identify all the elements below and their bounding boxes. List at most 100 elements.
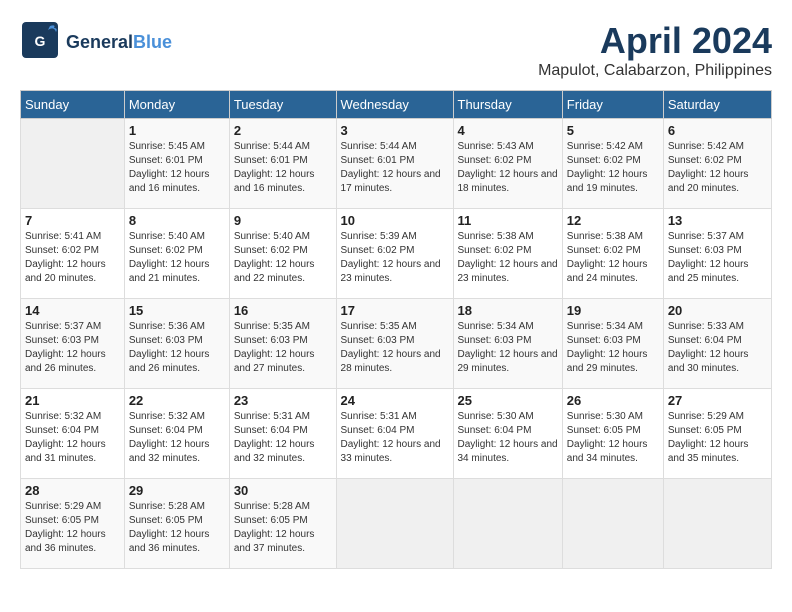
day-cell: 23 Sunrise: 5:31 AMSunset: 6:04 PMDayligh…: [229, 389, 336, 479]
day-info: Sunrise: 5:41 AMSunset: 6:02 PMDaylight:…: [25, 230, 120, 286]
header-monday: Monday: [124, 91, 229, 119]
day-number: 5: [567, 123, 659, 138]
day-number: 1: [129, 123, 225, 138]
day-info: Sunrise: 5:34 AMSunset: 6:03 PMDaylight:…: [458, 320, 558, 376]
day-cell: 18Sunrise: 5:34 AMSunset: 6:03 PMDayligh…: [453, 299, 562, 389]
day-info: Sunrise: 5:32 AMSunset: 6:04 PMDaylight:…: [25, 410, 120, 466]
header-tuesday: Tuesday: [229, 91, 336, 119]
day-number: 22: [129, 393, 225, 408]
day-cell: 20 Sunrise: 5:33 AMSunset: 6:04 PMDayligh…: [663, 299, 771, 389]
day-cell: 13Sunrise: 5:37 AMSunset: 6:03 PMDayligh…: [663, 209, 771, 299]
day-info: Sunrise: 5:39 AMSunset: 6:02 PMDaylight:…: [341, 230, 449, 286]
day-info: Sunrise: 5:34 AMSunset: 6:03 PMDaylight:…: [567, 320, 659, 376]
day-cell: 25 Sunrise: 5:30 AMSunset: 6:04 PMDayligh…: [453, 389, 562, 479]
header-sunday: Sunday: [21, 91, 125, 119]
day-cell: [562, 479, 663, 569]
day-number: 21: [25, 393, 120, 408]
day-number: 15: [129, 303, 225, 318]
week-row-2: 7 Sunrise: 5:41 AMSunset: 6:02 PMDaylight…: [21, 209, 772, 299]
day-number: 8: [129, 213, 225, 228]
day-info: Sunrise: 5:32 AMSunset: 6:04 PMDaylight:…: [129, 410, 225, 466]
header-thursday: Thursday: [453, 91, 562, 119]
day-number: 24: [341, 393, 449, 408]
day-cell: 8 Sunrise: 5:40 AMSunset: 6:02 PMDaylight…: [124, 209, 229, 299]
header-wednesday: Wednesday: [336, 91, 453, 119]
day-cell: 9 Sunrise: 5:40 AMSunset: 6:02 PMDaylight…: [229, 209, 336, 299]
day-number: 30: [234, 483, 332, 498]
day-cell: 30 Sunrise: 5:28 AMSunset: 6:05 PMDayligh…: [229, 479, 336, 569]
day-cell: 28 Sunrise: 5:29 AMSunset: 6:05 PMDayligh…: [21, 479, 125, 569]
day-number: 7: [25, 213, 120, 228]
day-number: 11: [458, 213, 558, 228]
day-cell: 1 Sunrise: 5:45 AMSunset: 6:01 PMDaylight…: [124, 119, 229, 209]
day-cell: 26Sunrise: 5:30 AMSunset: 6:05 PMDayligh…: [562, 389, 663, 479]
title-section: April 2024 Mapulot, Calabarzon, Philippi…: [538, 20, 772, 80]
day-info: Sunrise: 5:38 AMSunset: 6:02 PMDaylight:…: [458, 230, 558, 286]
day-info: Sunrise: 5:29 AMSunset: 6:05 PMDaylight:…: [25, 500, 120, 556]
week-row-3: 14 Sunrise: 5:37 AMSunset: 6:03 PMDayligh…: [21, 299, 772, 389]
day-info: Sunrise: 5:29 AMSunset: 6:05 PMDaylight:…: [668, 410, 767, 466]
day-cell: 22 Sunrise: 5:32 AMSunset: 6:04 PMDayligh…: [124, 389, 229, 479]
day-info: Sunrise: 5:43 AMSunset: 6:02 PMDaylight:…: [458, 140, 558, 196]
day-info: Sunrise: 5:28 AMSunset: 6:05 PMDaylight:…: [234, 500, 332, 556]
day-number: 3: [341, 123, 449, 138]
day-info: Sunrise: 5:33 AMSunset: 6:04 PMDaylight:…: [668, 320, 767, 376]
day-info: Sunrise: 5:45 AMSunset: 6:01 PMDaylight:…: [129, 140, 225, 196]
day-info: Sunrise: 5:37 AMSunset: 6:03 PMDaylight:…: [668, 230, 767, 286]
day-cell: [21, 119, 125, 209]
day-cell: [453, 479, 562, 569]
logo-blue: Blue: [133, 32, 172, 52]
week-row-1: 1 Sunrise: 5:45 AMSunset: 6:01 PMDaylight…: [21, 119, 772, 209]
day-cell: [663, 479, 771, 569]
svg-text:G: G: [35, 33, 46, 49]
logo-general: General: [66, 32, 133, 52]
day-info: Sunrise: 5:35 AMSunset: 6:03 PMDaylight:…: [234, 320, 332, 376]
day-cell: 24 Sunrise: 5:31 AMSunset: 6:04 PMDayligh…: [336, 389, 453, 479]
day-cell: 17 Sunrise: 5:35 AMSunset: 6:03 PMDayligh…: [336, 299, 453, 389]
day-info: Sunrise: 5:37 AMSunset: 6:03 PMDaylight:…: [25, 320, 120, 376]
day-cell: 27 Sunrise: 5:29 AMSunset: 6:05 PMDayligh…: [663, 389, 771, 479]
day-number: 28: [25, 483, 120, 498]
week-row-4: 21 Sunrise: 5:32 AMSunset: 6:04 PMDayligh…: [21, 389, 772, 479]
day-info: Sunrise: 5:35 AMSunset: 6:03 PMDaylight:…: [341, 320, 449, 376]
day-number: 25: [458, 393, 558, 408]
day-cell: 6Sunrise: 5:42 AMSunset: 6:02 PMDaylight…: [663, 119, 771, 209]
day-cell: 19 Sunrise: 5:34 AMSunset: 6:03 PMDayligh…: [562, 299, 663, 389]
header-friday: Friday: [562, 91, 663, 119]
day-info: Sunrise: 5:38 AMSunset: 6:02 PMDaylight:…: [567, 230, 659, 286]
day-cell: [336, 479, 453, 569]
day-number: 26: [567, 393, 659, 408]
day-number: 14: [25, 303, 120, 318]
day-number: 9: [234, 213, 332, 228]
page-header: G GeneralBlue April 2024 Mapulot, Calaba…: [20, 20, 772, 80]
day-info: Sunrise: 5:42 AMSunset: 6:02 PMDaylight:…: [668, 140, 767, 196]
day-info: Sunrise: 5:40 AMSunset: 6:02 PMDaylight:…: [234, 230, 332, 286]
day-number: 16: [234, 303, 332, 318]
day-number: 17: [341, 303, 449, 318]
day-info: Sunrise: 5:42 AMSunset: 6:02 PMDaylight:…: [567, 140, 659, 196]
logo: G GeneralBlue: [20, 20, 172, 65]
day-info: Sunrise: 5:31 AMSunset: 6:04 PMDaylight:…: [341, 410, 449, 466]
day-cell: 15 Sunrise: 5:36 AMSunset: 6:03 PMDayligh…: [124, 299, 229, 389]
day-number: 2: [234, 123, 332, 138]
calendar-header-row: SundayMondayTuesdayWednesdayThursdayFrid…: [21, 91, 772, 119]
calendar-table: SundayMondayTuesdayWednesdayThursdayFrid…: [20, 90, 772, 569]
month-title: April 2024: [538, 20, 772, 62]
day-number: 12: [567, 213, 659, 228]
location: Mapulot, Calabarzon, Philippines: [538, 62, 772, 80]
day-cell: 7 Sunrise: 5:41 AMSunset: 6:02 PMDaylight…: [21, 209, 125, 299]
day-cell: 12 Sunrise: 5:38 AMSunset: 6:02 PMDayligh…: [562, 209, 663, 299]
day-info: Sunrise: 5:36 AMSunset: 6:03 PMDaylight:…: [129, 320, 225, 376]
day-cell: 16 Sunrise: 5:35 AMSunset: 6:03 PMDayligh…: [229, 299, 336, 389]
day-number: 27: [668, 393, 767, 408]
day-cell: 4Sunrise: 5:43 AMSunset: 6:02 PMDaylight…: [453, 119, 562, 209]
day-info: Sunrise: 5:30 AMSunset: 6:04 PMDaylight:…: [458, 410, 558, 466]
day-number: 19: [567, 303, 659, 318]
day-cell: 21 Sunrise: 5:32 AMSunset: 6:04 PMDayligh…: [21, 389, 125, 479]
day-cell: 5 Sunrise: 5:42 AMSunset: 6:02 PMDaylight…: [562, 119, 663, 209]
week-row-5: 28 Sunrise: 5:29 AMSunset: 6:05 PMDayligh…: [21, 479, 772, 569]
day-number: 23: [234, 393, 332, 408]
day-number: 20: [668, 303, 767, 318]
day-info: Sunrise: 5:31 AMSunset: 6:04 PMDaylight:…: [234, 410, 332, 466]
day-info: Sunrise: 5:40 AMSunset: 6:02 PMDaylight:…: [129, 230, 225, 286]
